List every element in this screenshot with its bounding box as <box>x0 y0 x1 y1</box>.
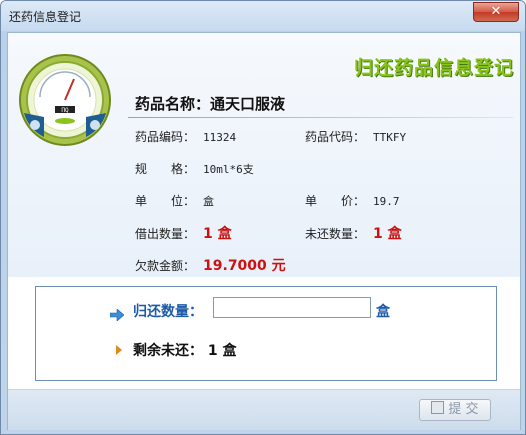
spec-field: 规 格： 10ml*6支 <box>135 160 254 177</box>
spec-label: 规 格： <box>135 162 196 176</box>
lent-value: 1 盒 <box>203 226 232 242</box>
drug-ref-field: 药品代码： TTKFY <box>305 128 406 145</box>
brand-title: 归还药品信息登记 <box>353 57 514 79</box>
dialog-content: ПQ 归还药品信息登记 药品名称：通天口服液 药品编码： 11324 药品代码： T… <box>7 32 521 430</box>
triangle-bullet-icon <box>116 345 122 355</box>
drug-ref-value: TTKFY <box>373 131 407 144</box>
lent-field: 借出数量： 1 盒 <box>135 223 232 243</box>
spec-value: 10ml*6支 <box>203 163 254 176</box>
drug-name-value: 通天口服液 <box>210 95 286 113</box>
return-panel: 归还数量： 盒 剩余未还： 1 盒 <box>35 286 497 381</box>
drug-name-label: 药品名称： <box>135 95 211 113</box>
remaining-row: 剩余未还： 1 盒 <box>133 340 237 360</box>
drug-code-field: 药品编码： 11324 <box>135 128 236 145</box>
unreturned-field: 未还数量： 1 盒 <box>305 223 402 243</box>
debt-value: 19.7000 元 <box>203 258 286 274</box>
remaining-label: 剩余未还： <box>133 343 203 359</box>
return-qty-input[interactable] <box>213 297 371 318</box>
return-qty-label: 归还数量： <box>133 304 203 320</box>
gauge-display-text: ПQ <box>61 107 69 114</box>
drug-info-section: ПQ 归还药品信息登记 药品名称：通天口服液 药品编码： 11324 药品代码： T… <box>8 33 520 277</box>
close-button[interactable]: ✕ <box>473 2 519 22</box>
unit-field: 单 位： 盒 <box>135 192 214 209</box>
drug-code-label: 药品编码： <box>135 130 196 144</box>
title-bar[interactable]: 还药信息登记 ✕ <box>1 1 525 31</box>
divider <box>128 117 513 118</box>
unit-label: 单 位： <box>135 194 196 208</box>
drug-code-value: 11324 <box>203 131 237 144</box>
remaining-value: 1 盒 <box>207 343 237 359</box>
debt-field: 欠款金额： 19.7000 元 <box>135 255 286 275</box>
save-icon <box>431 401 445 414</box>
lent-label: 借出数量： <box>135 227 196 241</box>
window-title: 还药信息登记 <box>9 10 82 24</box>
unit-value: 盒 <box>203 195 215 208</box>
gauge-logo-icon: ПQ <box>19 54 111 146</box>
footer-bar: 提 交 <box>8 389 520 430</box>
price-label: 单 价： <box>305 194 366 208</box>
drug-name-row: 药品名称：通天口服液 <box>135 93 285 114</box>
price-value: 19.7 <box>373 195 400 208</box>
debt-label: 欠款金额： <box>135 259 196 273</box>
price-field: 单 价： 19.7 <box>305 192 400 209</box>
submit-button[interactable]: 提 交 <box>419 399 491 421</box>
unreturned-label: 未还数量： <box>305 227 366 241</box>
return-qty-unit: 盒 <box>376 304 390 320</box>
arrow-right-icon <box>110 309 124 321</box>
unreturned-value: 1 盒 <box>373 226 402 242</box>
submit-label: 提 交 <box>448 402 479 417</box>
drug-ref-label: 药品代码： <box>305 130 366 144</box>
dialog-window: 还药信息登记 ✕ ПQ 归还药品信息登记 药品名称：通天口服液 药品编码： 11… <box>0 0 526 435</box>
